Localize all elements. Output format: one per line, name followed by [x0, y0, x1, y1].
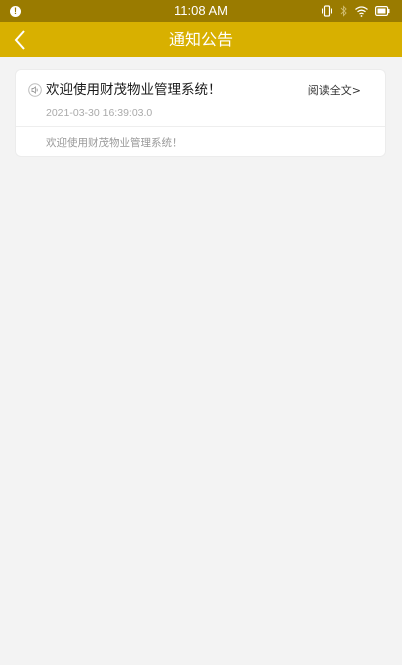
page-title: 通知公告 — [168, 30, 233, 49]
notice-date: 2021-03-30 16:39:03.0 — [46, 107, 153, 119]
wifi-icon — [355, 5, 368, 17]
notice-list: 欢迎使用财茂物业管理系统！ 阅读全文> 2021-03-30 16:39:03.… — [0, 57, 402, 665]
header-bar: 通知公告 — [0, 22, 402, 57]
notice-card[interactable]: 欢迎使用财茂物业管理系统！ 阅读全文> 2021-03-30 16:39:03.… — [15, 69, 386, 157]
notice-title: 欢迎使用财茂物业管理系统！ — [46, 82, 222, 98]
battery-icon — [375, 6, 390, 16]
read-more-link[interactable]: 阅读全文> — [308, 83, 361, 99]
status-bar: ! 11:08 AM — [0, 0, 402, 22]
vibrate-icon — [322, 5, 332, 17]
speaker-icon — [28, 83, 42, 97]
status-icons — [321, 5, 390, 17]
notice-summary: 欢迎使用财茂物业管理系统！ — [46, 137, 183, 149]
bluetooth-icon — [340, 5, 347, 17]
notice-header: 欢迎使用财茂物业管理系统！ 阅读全文> 2021-03-30 16:39:03.… — [16, 70, 385, 127]
